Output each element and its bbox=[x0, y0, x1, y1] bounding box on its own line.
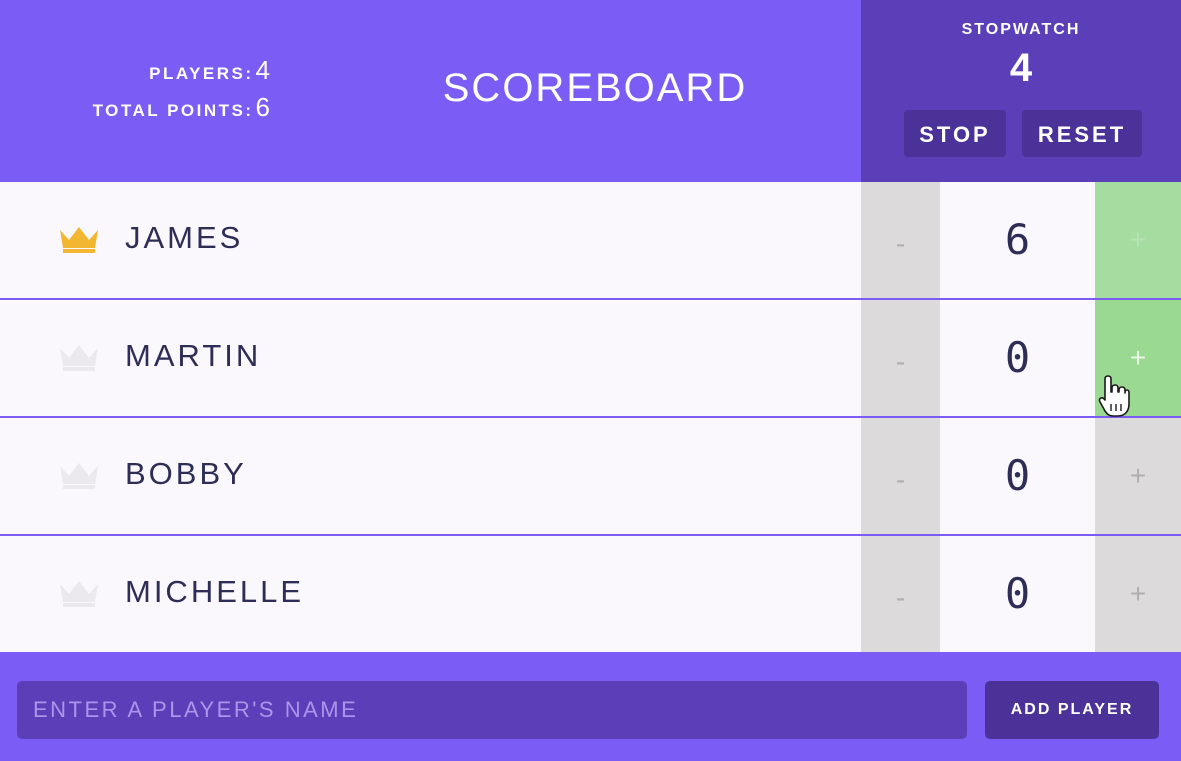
crown-icon bbox=[60, 345, 98, 371]
player-name: JAMES bbox=[125, 220, 244, 255]
add-player-form: ADD PLAYER bbox=[0, 654, 1181, 761]
players-count: 4 bbox=[255, 55, 270, 85]
stopwatch-label: STOPWATCH bbox=[961, 21, 1081, 38]
player-row: MARTIN - 0 + bbox=[0, 300, 1181, 416]
total-points-label: TOTAL POINTS: bbox=[92, 101, 254, 120]
stats-panel: PLAYERS:4 TOTAL POINTS:6 bbox=[0, 56, 270, 130]
player-row: BOBBY - 0 + bbox=[0, 418, 1181, 534]
stopwatch: STOPWATCH 4 STOP RESET bbox=[861, 0, 1181, 182]
player-score: 6 bbox=[940, 182, 1095, 298]
stopwatch-time: 4 bbox=[1009, 46, 1033, 90]
players-stat: PLAYERS:4 bbox=[0, 56, 270, 93]
increment-button[interactable]: + bbox=[1095, 182, 1181, 298]
decrement-button[interactable]: - bbox=[861, 300, 940, 416]
add-player-button[interactable]: ADD PLAYER bbox=[985, 681, 1159, 739]
scoreboard-app: PLAYERS:4 TOTAL POINTS:6 SCOREBOARD STOP… bbox=[0, 0, 1181, 761]
total-points-value: 6 bbox=[255, 92, 270, 122]
total-points-stat: TOTAL POINTS:6 bbox=[0, 93, 270, 130]
decrement-button[interactable]: - bbox=[861, 182, 940, 298]
crown-icon bbox=[60, 227, 98, 253]
decrement-button[interactable]: - bbox=[861, 418, 940, 534]
player-row: MICHELLE - 0 + bbox=[0, 536, 1181, 652]
player-name: BOBBY bbox=[125, 456, 247, 491]
player-name: MICHELLE bbox=[125, 574, 305, 609]
crown-icon bbox=[60, 463, 98, 489]
header: PLAYERS:4 TOTAL POINTS:6 SCOREBOARD STOP… bbox=[0, 0, 1181, 182]
stop-button[interactable]: STOP bbox=[904, 110, 1006, 157]
player-score: 0 bbox=[940, 300, 1095, 416]
hand-cursor-icon bbox=[1098, 375, 1130, 417]
decrement-button[interactable]: - bbox=[861, 536, 940, 652]
increment-button[interactable]: + bbox=[1095, 536, 1181, 652]
player-name: MARTIN bbox=[125, 338, 262, 373]
increment-button[interactable]: + bbox=[1095, 418, 1181, 534]
page-title: SCOREBOARD bbox=[442, 66, 748, 110]
player-score: 0 bbox=[940, 536, 1095, 652]
crown-icon bbox=[60, 581, 98, 607]
player-list: JAMES - 6 + MARTIN - 0 + BOBBY - 0 + MIC… bbox=[0, 182, 1181, 653]
player-row: JAMES - 6 + bbox=[0, 182, 1181, 298]
players-label: PLAYERS: bbox=[149, 64, 254, 83]
player-score: 0 bbox=[940, 418, 1095, 534]
reset-button[interactable]: RESET bbox=[1022, 110, 1142, 157]
player-name-input[interactable] bbox=[17, 681, 967, 739]
